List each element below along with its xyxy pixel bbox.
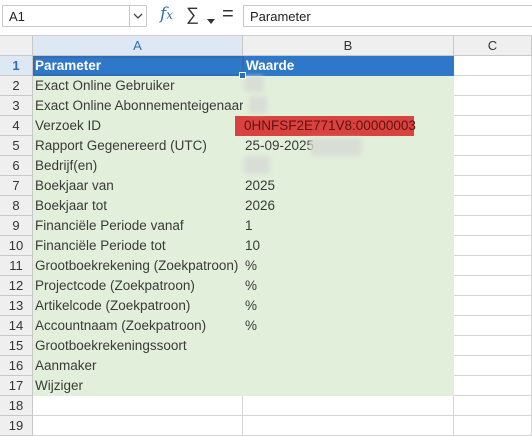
empty-cell[interactable] xyxy=(454,176,532,196)
parameter-cell[interactable]: Boekjaar van xyxy=(33,176,243,196)
row-header[interactable]: 2 xyxy=(0,76,33,96)
empty-cell[interactable] xyxy=(454,396,532,416)
row-header[interactable]: 17 xyxy=(0,376,33,396)
sum-icon[interactable]: ∑ xyxy=(186,4,199,25)
value-cell[interactable] xyxy=(243,396,454,416)
row-header[interactable]: 14 xyxy=(0,316,33,336)
parameter-cell[interactable]: Projectcode (Zoekpatroon) xyxy=(33,276,243,296)
value-cell[interactable] xyxy=(243,376,454,396)
column-header-c[interactable]: C xyxy=(454,36,532,56)
parameter-cell[interactable]: Bedrijf(en) xyxy=(33,156,243,176)
parameter-cell[interactable] xyxy=(33,396,243,416)
empty-cell[interactable] xyxy=(454,276,532,296)
formula-input-value: Parameter xyxy=(250,9,311,24)
row-header[interactable]: 4 xyxy=(0,116,33,136)
row-header[interactable]: 15 xyxy=(0,336,33,356)
empty-cell[interactable] xyxy=(454,256,532,276)
redacted-value xyxy=(249,96,267,114)
parameter-cell[interactable]: Wijziger xyxy=(33,376,243,396)
parameter-cell[interactable]: Boekjaar tot xyxy=(33,196,243,216)
empty-cell[interactable] xyxy=(454,136,532,156)
select-all-corner[interactable] xyxy=(0,36,33,56)
parameter-cell[interactable] xyxy=(33,416,243,436)
value-cell[interactable] xyxy=(243,96,454,116)
name-box-value: A1 xyxy=(9,9,25,24)
redacted-value xyxy=(244,76,264,92)
parameter-cell[interactable]: Rapport Gegenereerd (UTC) xyxy=(33,136,243,156)
empty-cell[interactable] xyxy=(454,376,532,396)
empty-cell[interactable] xyxy=(454,96,532,116)
fx-icon[interactable]: fx xyxy=(160,4,173,24)
value-cell[interactable] xyxy=(243,156,454,176)
row-header[interactable]: 13 xyxy=(0,296,33,316)
empty-cell[interactable] xyxy=(454,356,532,376)
parameter-cell[interactable]: Exact Online Gebruiker xyxy=(33,76,243,96)
row-header[interactable]: 8 xyxy=(0,196,33,216)
sum-dropdown-icon[interactable] xyxy=(207,11,215,29)
row-header[interactable]: 12 xyxy=(0,276,33,296)
row-header[interactable]: 10 xyxy=(0,236,33,256)
header-cell-parameter[interactable]: Parameter xyxy=(33,56,243,76)
parameter-cell[interactable]: Exact Online Abonnementeigenaar xyxy=(33,96,244,116)
value-cell[interactable]: % xyxy=(243,276,454,296)
row-header[interactable]: 18 xyxy=(0,396,33,416)
redacted-value xyxy=(310,138,362,156)
empty-cell[interactable] xyxy=(454,416,532,436)
parameter-cell[interactable]: Aanmaker xyxy=(33,356,243,376)
empty-cell[interactable] xyxy=(454,56,532,76)
row-header[interactable]: 9 xyxy=(0,216,33,236)
formula-input[interactable]: Parameter xyxy=(243,5,532,27)
empty-cell[interactable] xyxy=(454,216,532,236)
parameter-cell[interactable]: Financiële Periode vanaf xyxy=(33,216,243,236)
value-cell[interactable]: 1 xyxy=(243,216,454,236)
row-header[interactable]: 6 xyxy=(0,156,33,176)
value-cell[interactable]: 2025 xyxy=(243,176,454,196)
parameter-cell[interactable]: Verzoek ID xyxy=(33,116,243,136)
row-header[interactable]: 3 xyxy=(0,96,33,116)
row-header[interactable]: 16 xyxy=(0,356,33,376)
row-header[interactable]: 19 xyxy=(0,416,33,436)
value-cell[interactable] xyxy=(243,336,454,356)
empty-cell[interactable] xyxy=(454,156,532,176)
empty-cell[interactable] xyxy=(454,116,532,136)
value-cell[interactable]: % xyxy=(243,316,454,336)
name-box[interactable]: A1 xyxy=(2,5,147,27)
row-header[interactable]: 5 xyxy=(0,136,33,156)
empty-cell[interactable] xyxy=(454,336,532,356)
value-cell[interactable]: 10 xyxy=(243,236,454,256)
row-header[interactable]: 11 xyxy=(0,256,33,276)
parameter-cell[interactable]: Artikelcode (Zoekpatroon) xyxy=(33,296,243,316)
value-cell[interactable]: % xyxy=(243,256,454,276)
parameter-cell[interactable]: Accountnaam (Zoekpatroon) xyxy=(33,316,243,336)
column-header-b[interactable]: B xyxy=(243,36,454,56)
value-cell[interactable] xyxy=(243,76,454,96)
value-cell[interactable] xyxy=(243,356,454,376)
chevron-down-icon[interactable] xyxy=(129,6,146,26)
parameter-cell[interactable]: Financiële Periode tot xyxy=(33,236,243,256)
redacted-value xyxy=(244,156,270,174)
header-cell-waarde[interactable]: Waarde xyxy=(243,56,454,76)
empty-cell[interactable] xyxy=(454,296,532,316)
request-id-highlight[interactable]: 0HNFSF2E771V8:00000003 xyxy=(235,116,416,136)
parameter-cell[interactable]: Grootboekrekening (Zoekpatroon) xyxy=(33,256,243,276)
empty-cell[interactable] xyxy=(454,196,532,216)
value-cell[interactable]: % xyxy=(243,296,454,316)
empty-cell[interactable] xyxy=(454,76,532,96)
row-header[interactable]: 7 xyxy=(0,176,33,196)
parameter-cell[interactable]: Grootboekrekeningssoort xyxy=(33,336,243,356)
equals-icon[interactable]: = xyxy=(222,3,234,26)
formula-bar: A1 fx ∑ = Parameter xyxy=(0,0,532,36)
empty-cell[interactable] xyxy=(454,236,532,256)
column-header-a[interactable]: A xyxy=(33,36,243,56)
value-cell[interactable]: 2026 xyxy=(243,196,454,216)
fill-handle[interactable] xyxy=(239,72,246,79)
empty-cell[interactable] xyxy=(454,316,532,336)
value-cell[interactable] xyxy=(243,416,454,436)
row-header[interactable]: 1 xyxy=(0,56,33,76)
